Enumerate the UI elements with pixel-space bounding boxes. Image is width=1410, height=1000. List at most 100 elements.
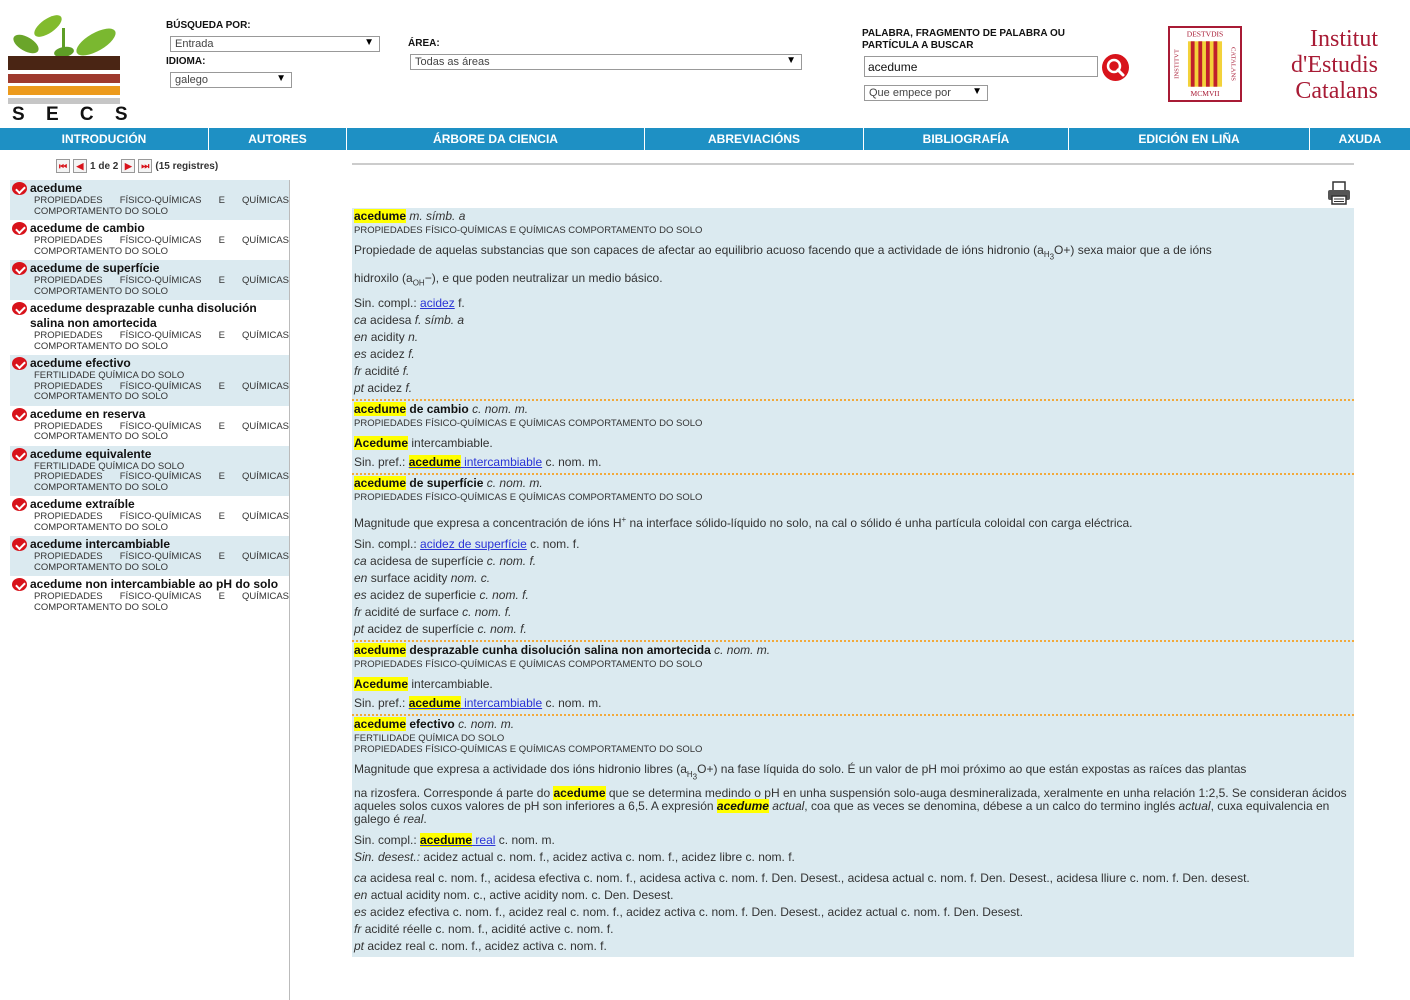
list-item-category: PROPIEDADES FÍSICO-QUÍMICAS E QUÍMICAS C… xyxy=(34,195,289,217)
list-item[interactable]: acedume desprazable cunha disolución sal… xyxy=(10,300,289,355)
entry-synonym: Sin. pref.: acedume intercambiable c. no… xyxy=(354,455,602,470)
entry-acedume-de-superficie: acedume de superfície c. nom. m. PROPIED… xyxy=(352,475,1354,643)
list-item[interactable]: acedume de cambio PROPIEDADES FÍSICO-QUÍ… xyxy=(10,220,289,260)
result-bullet-icon xyxy=(10,407,30,422)
search-input[interactable] xyxy=(864,56,1098,77)
translation-row: pt acidez de superfície c. nom. f. xyxy=(354,622,527,637)
institute-line2: d'Estudis xyxy=(1291,52,1378,78)
list-item[interactable]: acedume de superfície PROPIEDADES FÍSICO… xyxy=(10,260,289,300)
iec-seal-logo[interactable]: DESTVDIS MCMVII INSTITVT CATALANS xyxy=(1168,26,1242,102)
translation-row: ca acidesa de superfície c. nom. f. xyxy=(354,554,537,569)
entry-acedume-efectivo: acedume efectivo c. nom. m. FERTILIDADE … xyxy=(352,716,1354,958)
list-item-term: acedume en reserva xyxy=(30,406,146,421)
entry-category: PROPIEDADES FÍSICO-QUÍMICAS E QUÍMICAS C… xyxy=(354,492,703,504)
last-page-icon: ⏭ xyxy=(141,160,150,171)
translation-row: en surface acidity nom. c. xyxy=(354,571,491,586)
prev-page-button[interactable]: ◀ xyxy=(73,159,87,173)
list-item[interactable]: acedume equivalente FERTILIDADE QUÍMICA … xyxy=(10,445,289,496)
result-bullet-icon xyxy=(10,221,30,236)
entry-term: acedume xyxy=(354,643,407,658)
pager: ⏮ ◀ 1 de 2 ▶ ⏭ (15 registres) xyxy=(56,157,218,175)
nav-axuda[interactable]: AXUDA xyxy=(1310,128,1410,150)
list-item[interactable]: acedume extraíble PROPIEDADES FÍSICO-QUÍ… xyxy=(10,496,289,536)
translation-row: en actual acidity nom. c., active acidit… xyxy=(354,888,674,903)
last-page-button[interactable]: ⏭ xyxy=(138,159,153,173)
busqueda-select[interactable]: Entrada ▼ xyxy=(170,36,380,52)
synonym-link[interactable]: acedume real xyxy=(420,833,495,848)
list-item-term: acedume xyxy=(30,181,83,195)
chevron-down-icon: ▼ xyxy=(364,37,374,48)
list-item-term: acedume intercambiable xyxy=(30,537,171,551)
seal-right-text: CATALANS xyxy=(1229,47,1236,81)
busqueda-label: BÚSQUEDA POR: xyxy=(166,20,251,31)
list-item[interactable]: acedume efectivo FERTILIDADE QUÍMICA DO … xyxy=(10,355,289,406)
nav-abreviacions[interactable]: ABREVIACIÓNS xyxy=(645,128,864,150)
term-label-line2: PARTÍCULA A BUSCAR xyxy=(862,40,974,51)
print-icon[interactable] xyxy=(1326,180,1352,206)
results-list: acedume PROPIEDADES FÍSICO-QUÍMICAS E QU… xyxy=(10,180,290,1000)
result-bullet-icon xyxy=(10,261,30,276)
entry-synonym: Sin. compl.: acidez f. xyxy=(354,296,465,311)
list-item-term: acedume extraíble xyxy=(30,497,135,511)
translation-row: ca acidesa real c. nom. f., acidesa efec… xyxy=(354,871,1250,886)
entry-synonym: Sin. compl.: acedume real c. nom. m. xyxy=(354,833,555,848)
nav-introducion[interactable]: INTRODUCIÓN xyxy=(0,128,209,150)
synonym-link[interactable]: acidez xyxy=(420,296,455,310)
entry-acedume: acedume m. símb. a PROPIEDADES FÍSICO-QU… xyxy=(352,208,1354,402)
content-divider xyxy=(352,163,1354,165)
next-page-button[interactable]: ▶ xyxy=(121,159,136,173)
entry-grammar: c. nom. m. xyxy=(486,476,543,491)
nav-arbore-da-ciencia[interactable]: ÁRBORE DA CIENCIA xyxy=(347,128,645,150)
list-item[interactable]: acedume PROPIEDADES FÍSICO-QUÍMICAS E QU… xyxy=(10,180,289,220)
match-mode-value: Que empece por xyxy=(869,87,951,99)
entry-definition-cont: na rizosfera. Corresponde á parte do ace… xyxy=(354,786,1347,827)
synonym-link[interactable]: acedume intercambiable xyxy=(408,696,542,711)
entry-category: PROPIEDADES FÍSICO-QUÍMICAS E QUÍMICAS C… xyxy=(354,744,703,756)
list-item-category: PROPIEDADES FÍSICO-QUÍMICAS E QUÍMICAS C… xyxy=(34,551,289,573)
secs-title: S E C S xyxy=(12,104,136,125)
first-page-button[interactable]: ⏮ xyxy=(56,159,70,173)
entry-category: PROPIEDADES FÍSICO-QUÍMICAS E QUÍMICAS C… xyxy=(354,418,703,430)
translation-row: es acidez efectiva c. nom. f., acidez re… xyxy=(354,905,1023,920)
result-bullet-icon xyxy=(10,497,30,512)
synonym-link[interactable]: acedume intercambiable xyxy=(408,455,542,470)
institute-name[interactable]: Institut d'Estudis Catalans xyxy=(1252,26,1378,104)
entry-term: acedume xyxy=(354,717,407,732)
term-label-line1: PALABRA, FRAGMENTO DE PALABRA OU xyxy=(862,28,1065,39)
result-bullet-icon xyxy=(10,181,30,196)
nav-edicion-en-linha[interactable]: EDICIÓN EN LIÑA xyxy=(1069,128,1310,150)
match-mode-select[interactable]: Que empece por ▼ xyxy=(864,85,988,101)
list-item-category: PROPIEDADES FÍSICO-QUÍMICAS E QUÍMICAS C… xyxy=(34,420,289,442)
seal-left-text: INSTITVT xyxy=(1174,49,1181,79)
search-button[interactable] xyxy=(1102,54,1129,81)
list-item[interactable]: acedume non intercambiable ao pH do solo… xyxy=(10,576,289,616)
synonym-link[interactable]: acidez de superfície xyxy=(420,537,527,551)
entry-definition: Acedume intercambiable. xyxy=(354,436,493,451)
list-item-term: acedume de superfície xyxy=(30,261,160,275)
list-item-category: PROPIEDADES FÍSICO-QUÍMICAS E QUÍMICAS C… xyxy=(34,511,289,533)
area-select[interactable]: Todas as áreas ▼ xyxy=(410,54,802,70)
list-item[interactable]: acedume intercambiable PROPIEDADES FÍSIC… xyxy=(10,536,289,576)
first-page-icon: ⏮ xyxy=(58,160,68,171)
translation-row: pt acidez real c. nom. f., acidez activa… xyxy=(354,939,607,954)
seal-top-text: DESTVDIS xyxy=(1187,30,1223,39)
nav-autores[interactable]: AUTORES xyxy=(209,128,347,150)
list-item-term: acedume efectivo xyxy=(30,356,131,370)
list-item-term: acedume de cambio xyxy=(30,221,145,235)
area-label: ÁREA: xyxy=(408,38,440,49)
list-item-category: PROPIEDADES FÍSICO-QUÍMICAS E QUÍMICAS C… xyxy=(34,471,289,493)
chevron-down-icon: ▼ xyxy=(276,73,286,84)
list-item-term: acedume non intercambiable ao pH do solo xyxy=(30,577,279,591)
idioma-select[interactable]: galego ▼ xyxy=(170,72,292,88)
entry-grammar: c. nom. m. xyxy=(458,717,515,732)
list-item-category: PROPIEDADES FÍSICO-QUÍMICAS E QUÍMICAS C… xyxy=(34,235,289,257)
institute-line3: Catalans xyxy=(1295,78,1378,104)
entry-definition: Propiedade de aquelas substancias que so… xyxy=(354,243,1212,262)
entry-category: FERTILIDADE QUÍMICA DO SOLO xyxy=(354,733,505,745)
entry-grammar: m. símb. a xyxy=(409,209,466,223)
list-item[interactable]: acedume en reserva PROPIEDADES FÍSICO-QU… xyxy=(10,406,289,446)
nav-bibliografia[interactable]: BIBLIOGRAFÍA xyxy=(864,128,1069,150)
busqueda-value: Entrada xyxy=(175,38,214,50)
entry-synonym: Sin. compl.: acidez de superfície c. nom… xyxy=(354,537,580,552)
entry-acedume-desprazable: acedume desprazable cunha disolución sal… xyxy=(352,642,1354,717)
